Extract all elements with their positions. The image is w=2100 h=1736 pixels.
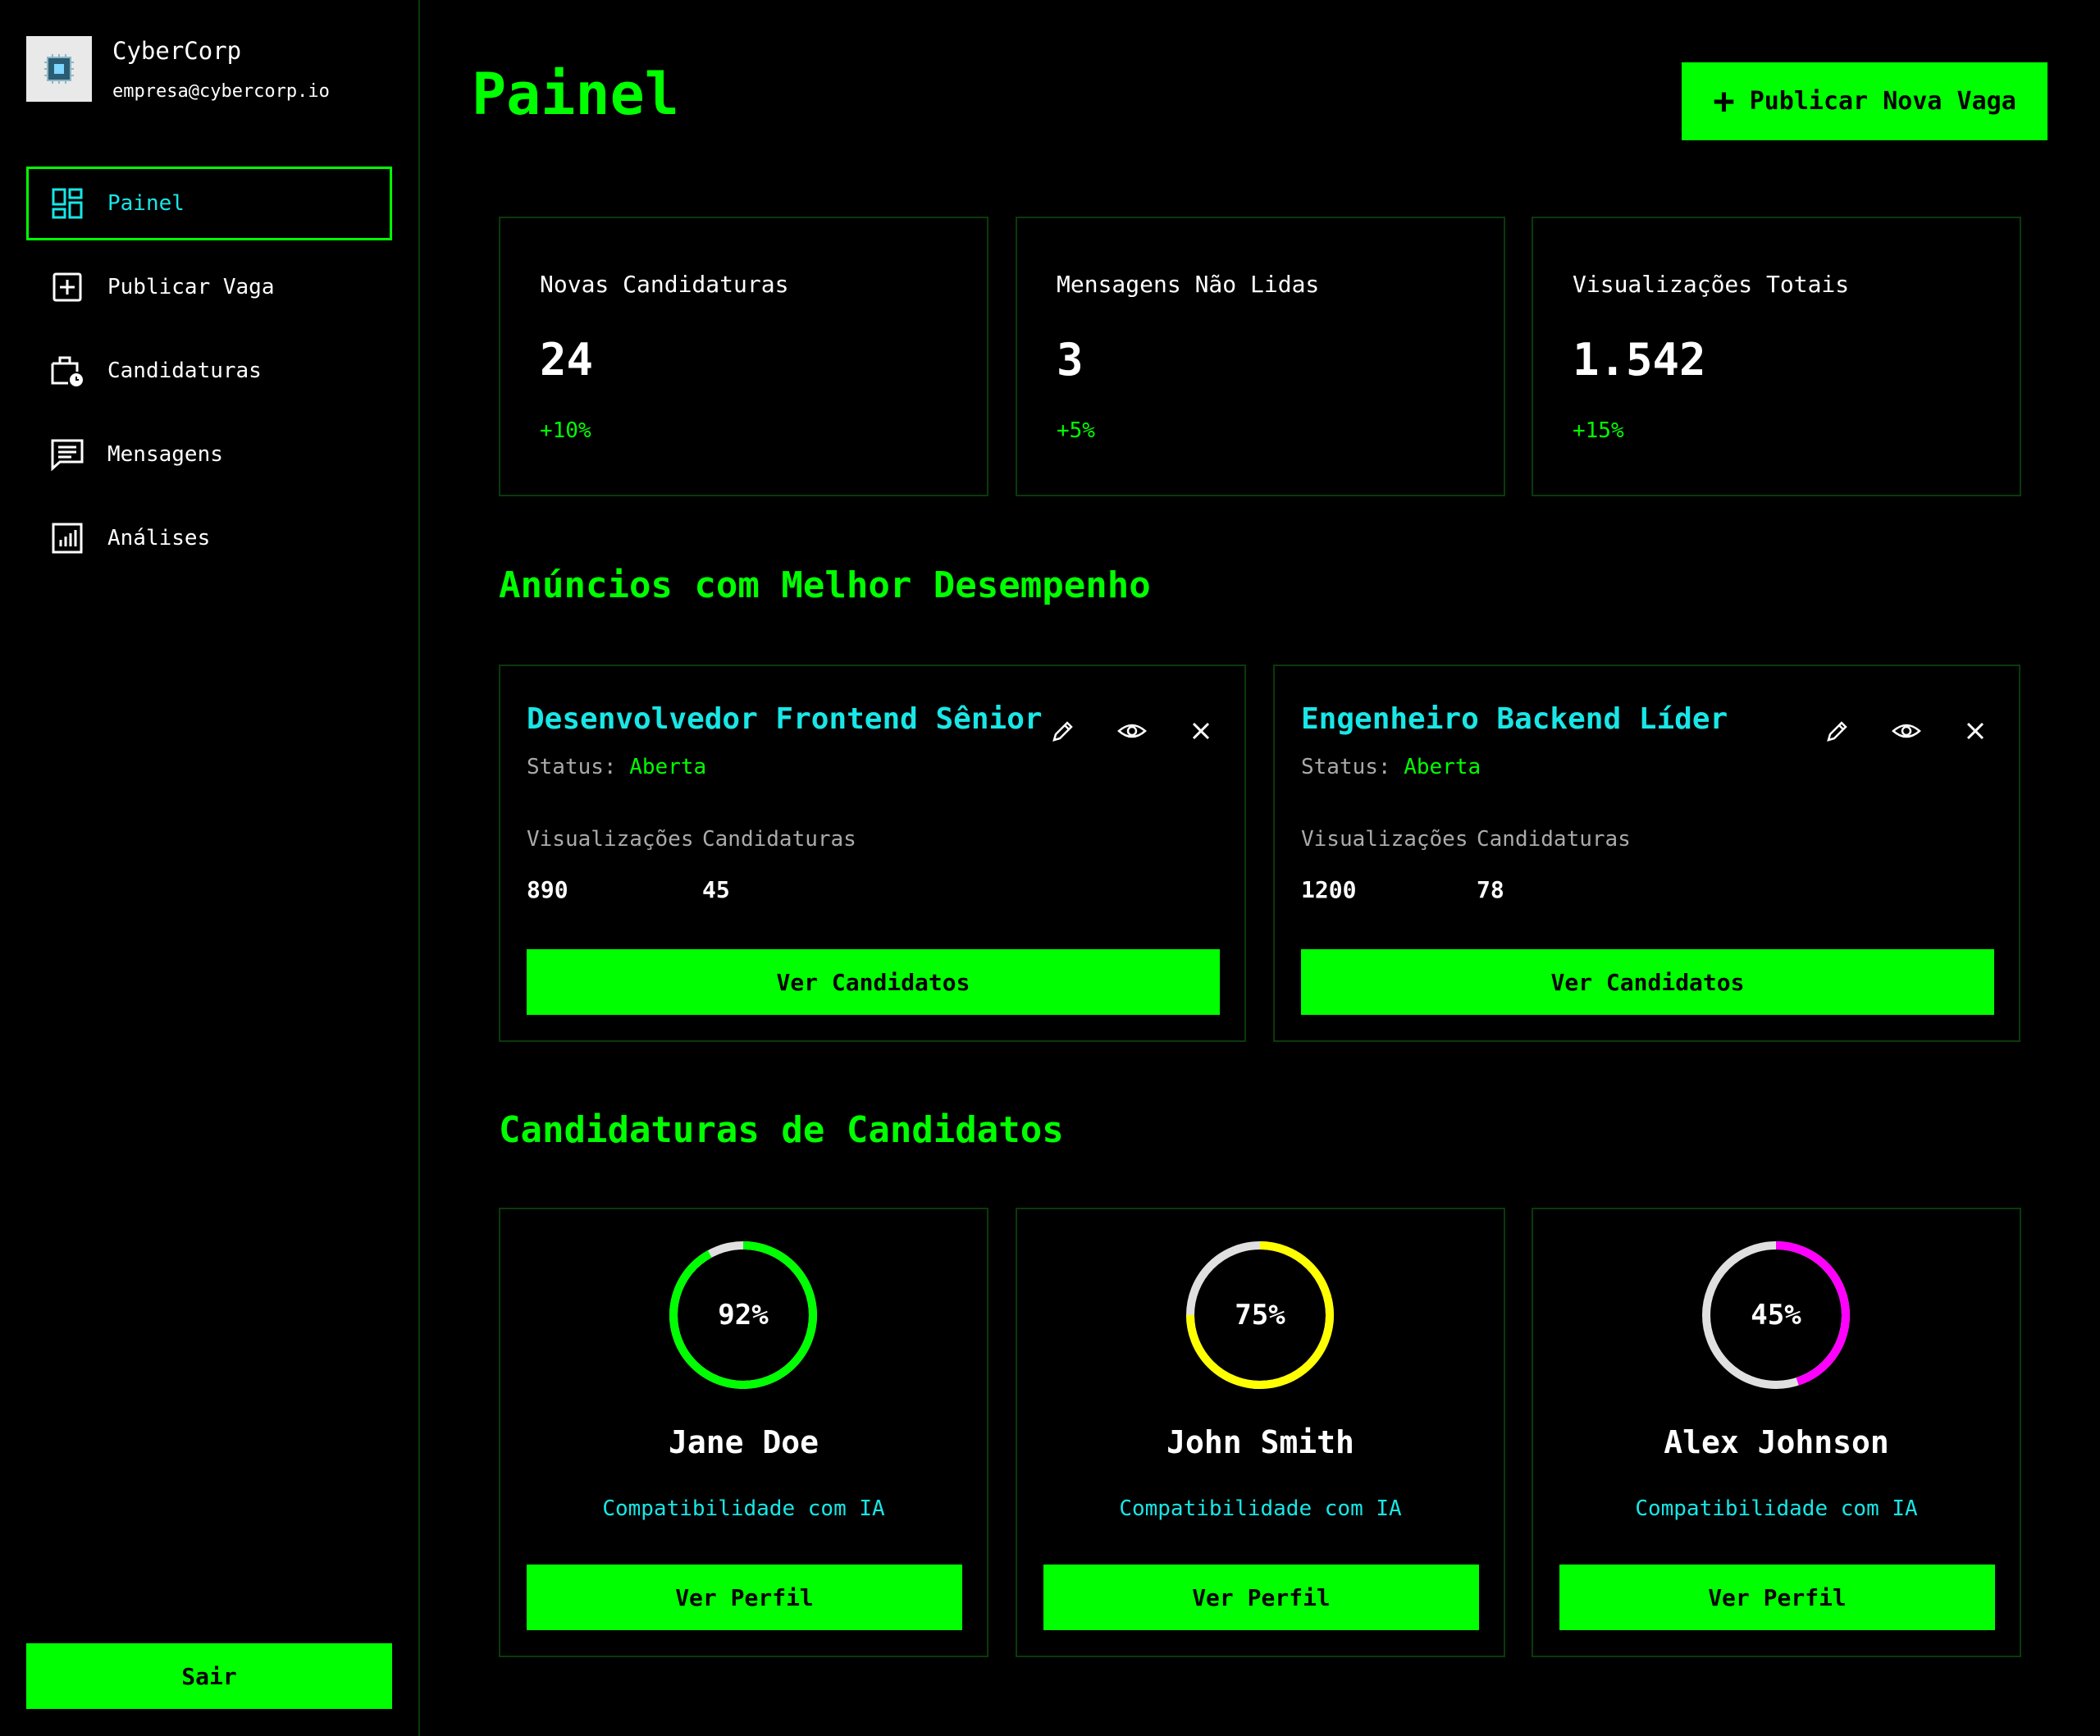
views-label: Visualizações bbox=[527, 827, 694, 852]
job-status: Status: Aberta bbox=[1301, 755, 1481, 779]
sidebar-item-painel[interactable]: Painel bbox=[26, 167, 392, 240]
view-profile-button[interactable]: Ver Perfil bbox=[527, 1565, 962, 1630]
plus-icon: + bbox=[1713, 80, 1735, 122]
applications-label: Candidaturas bbox=[1477, 827, 1631, 852]
stat-value: 3 bbox=[1057, 334, 1084, 386]
job-status-label: Status: bbox=[527, 755, 617, 779]
edit-icon[interactable] bbox=[1822, 715, 1853, 747]
stat-change: +5% bbox=[1057, 418, 1095, 443]
stat-card-total-views: Visualizações Totais 1.542 +15% bbox=[1532, 217, 2021, 496]
close-icon[interactable] bbox=[1185, 715, 1217, 747]
stat-value: 24 bbox=[540, 334, 594, 386]
edit-icon[interactable] bbox=[1048, 715, 1079, 747]
match-percent: 45% bbox=[1751, 1299, 1801, 1332]
page-title: Painel bbox=[472, 61, 679, 128]
applications-value: 78 bbox=[1477, 876, 1504, 903]
match-percent: 92% bbox=[718, 1299, 769, 1332]
job-status-label: Status: bbox=[1301, 755, 1391, 779]
job-title[interactable]: Desenvolvedor Frontend Sênior bbox=[527, 702, 1043, 736]
job-applications: Candidaturas 45 bbox=[702, 827, 856, 903]
stat-value: 1.542 bbox=[1573, 334, 1706, 386]
stat-card-unread-messages: Mensagens Não Lidas 3 +5% bbox=[1016, 217, 1505, 496]
job-status-value: Aberta bbox=[1404, 755, 1481, 779]
stat-label: Mensagens Não Lidas bbox=[1057, 271, 1320, 298]
company-brand: CyberCorp empresa@cybercorp.io bbox=[26, 36, 330, 102]
bar-chart-icon bbox=[50, 521, 84, 555]
view-profile-button[interactable]: Ver Perfil bbox=[1043, 1565, 1479, 1630]
job-actions bbox=[1784, 715, 1991, 747]
stat-card-new-applications: Novas Candidaturas 24 +10% bbox=[499, 217, 988, 496]
sidebar-item-analises[interactable]: Análises bbox=[26, 501, 392, 575]
view-candidates-button[interactable]: Ver Candidatos bbox=[1301, 949, 1994, 1015]
views-value: 1200 bbox=[1301, 876, 1357, 903]
ai-match-label: Compatibilidade com IA bbox=[602, 1496, 885, 1521]
close-icon[interactable] bbox=[1960, 715, 1991, 747]
chip-icon bbox=[26, 36, 92, 102]
ai-match-label: Compatibilidade com IA bbox=[1119, 1496, 1402, 1521]
stat-change: +15% bbox=[1573, 418, 1624, 443]
candidates-heading: Candidaturas de Candidatos bbox=[499, 1109, 1064, 1151]
candidate-card: 45% Alex Johnson Compatibilidade com IA … bbox=[1532, 1208, 2021, 1657]
sidebar-item-label: Publicar Vaga bbox=[107, 275, 275, 299]
sidebar-item-label: Mensagens bbox=[107, 442, 223, 467]
sidebar-item-candidaturas[interactable]: Candidaturas bbox=[26, 334, 392, 408]
logout-button[interactable]: Sair bbox=[26, 1643, 392, 1709]
briefcase-clock-icon bbox=[50, 354, 84, 388]
job-actions bbox=[1010, 715, 1217, 747]
view-candidates-button[interactable]: Ver Candidatos bbox=[527, 949, 1220, 1015]
sidebar: CyberCorp empresa@cybercorp.io Painel Pu… bbox=[0, 0, 420, 1736]
job-card: Engenheiro Backend Líder Status: Aberta … bbox=[1273, 665, 2020, 1042]
job-card: Desenvolvedor Frontend Sênior Status: Ab… bbox=[499, 665, 1246, 1042]
job-status-value: Aberta bbox=[629, 755, 707, 779]
job-views: Visualizações 890 bbox=[527, 827, 694, 903]
eye-icon[interactable] bbox=[1116, 715, 1148, 747]
sidebar-item-publicar-vaga[interactable]: Publicar Vaga bbox=[26, 250, 392, 324]
candidate-card: 92% Jane Doe Compatibilidade com IA Ver … bbox=[499, 1208, 988, 1657]
top-jobs-heading: Anúncios com Melhor Desempenho bbox=[499, 564, 1151, 606]
ai-match-label: Compatibilidade com IA bbox=[1635, 1496, 1918, 1521]
candidate-name: Jane Doe bbox=[668, 1424, 819, 1460]
publish-job-label: Publicar Nova Vaga bbox=[1749, 87, 2016, 116]
sidebar-item-label: Análises bbox=[107, 526, 211, 550]
views-label: Visualizações bbox=[1301, 827, 1468, 852]
candidate-card: 75% John Smith Compatibilidade com IA Ve… bbox=[1016, 1208, 1505, 1657]
stat-label: Novas Candidaturas bbox=[540, 271, 789, 298]
job-views: Visualizações 1200 bbox=[1301, 827, 1468, 903]
publish-job-button[interactable]: + Publicar Nova Vaga bbox=[1682, 62, 2048, 140]
candidate-name: Alex Johnson bbox=[1664, 1424, 1889, 1460]
sidebar-item-label: Candidaturas bbox=[107, 359, 262, 383]
main-content: Painel + Publicar Nova Vaga Novas Candid… bbox=[422, 0, 2100, 1736]
sidebar-item-mensagens[interactable]: Mensagens bbox=[26, 418, 392, 491]
view-profile-button[interactable]: Ver Perfil bbox=[1559, 1565, 1995, 1630]
stat-label: Visualizações Totais bbox=[1573, 271, 1850, 298]
stat-change: +10% bbox=[540, 418, 591, 443]
sidebar-item-label: Painel bbox=[107, 191, 185, 216]
applications-value: 45 bbox=[702, 876, 730, 903]
applications-label: Candidaturas bbox=[702, 827, 856, 852]
company-name: CyberCorp bbox=[112, 36, 242, 65]
views-value: 890 bbox=[527, 876, 568, 903]
chat-icon bbox=[50, 437, 84, 472]
eye-icon[interactable] bbox=[1891, 715, 1922, 747]
sidebar-nav: Painel Publicar Vaga Candidaturas Mensag… bbox=[26, 167, 392, 585]
job-status: Status: Aberta bbox=[527, 755, 706, 779]
job-applications: Candidaturas 78 bbox=[1477, 827, 1631, 903]
company-email: empresa@cybercorp.io bbox=[112, 80, 330, 102]
match-percent: 75% bbox=[1235, 1299, 1285, 1332]
candidate-name: John Smith bbox=[1166, 1424, 1354, 1460]
add-box-icon bbox=[50, 270, 84, 304]
job-title[interactable]: Engenheiro Backend Líder bbox=[1301, 702, 1728, 736]
dashboard-icon bbox=[50, 186, 84, 221]
